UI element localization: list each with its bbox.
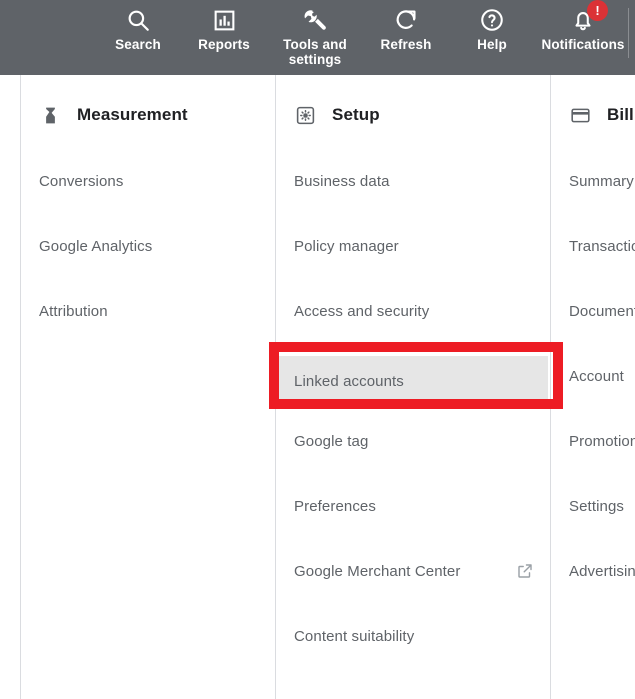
toolbar-item-help[interactable]: Help	[449, 0, 535, 52]
reports-bar-chart-icon	[210, 6, 238, 34]
menu-item-transactions[interactable]: Transactions	[551, 228, 635, 264]
menu-item-label: Preferences	[294, 497, 376, 515]
search-icon	[124, 6, 152, 34]
menu-item-label: Documents	[569, 302, 635, 320]
column-title: Setup	[332, 105, 380, 124]
toolbar-item-label: Help	[477, 37, 507, 52]
column-header-billing: Billing	[569, 104, 635, 126]
menu-item-google-analytics[interactable]: Google Analytics	[21, 228, 275, 264]
open-in-new-icon	[516, 562, 534, 580]
menu-item-linked-accounts[interactable]: Linked accounts	[276, 356, 548, 406]
menu-column-measurement: Measurement Conversions Google Analytics…	[20, 75, 275, 699]
refresh-icon	[392, 6, 420, 34]
column-header-measurement: Measurement	[39, 104, 188, 126]
menu-column-billing: Billing Summary Transactions Documents A…	[550, 75, 635, 699]
menu-item-label: Google tag	[294, 432, 369, 450]
menu-item-label: Account	[569, 367, 624, 385]
settings-applications-icon	[294, 104, 316, 126]
column-header-setup: Setup	[294, 104, 380, 126]
menu-item-label: Access and security	[294, 302, 430, 320]
menu-item-policy-manager[interactable]: Policy manager	[276, 228, 548, 264]
menu-item-label: Content suitability	[294, 627, 415, 645]
menu-item-label: Policy manager	[294, 237, 399, 255]
toolbar-item-label: Notifications	[541, 37, 625, 52]
menu-item-label: Summary	[569, 172, 634, 190]
menu-item-summary[interactable]: Summary	[551, 163, 635, 199]
toolbar-item-label: Reports	[198, 37, 250, 52]
menu-item-promotions[interactable]: Promotions	[551, 423, 635, 459]
toolbar-item-label: Refresh	[380, 37, 432, 52]
menu-item-label: Business data	[294, 172, 390, 190]
menu-item-account[interactable]: Account	[551, 358, 635, 394]
toolbar-item-refresh[interactable]: Refresh	[363, 0, 449, 52]
menu-item-label: Google Merchant Center	[294, 562, 461, 580]
menu-item-label: Google Analytics	[39, 237, 153, 255]
toolbar-item-notifications[interactable]: ! Notifications	[535, 0, 631, 52]
hourglass-icon	[39, 104, 61, 126]
wrench-icon	[301, 6, 329, 34]
tools-and-settings-menu: Measurement Conversions Google Analytics…	[0, 75, 635, 699]
menu-item-label: Promotions	[569, 432, 635, 450]
menu-item-attribution[interactable]: Attribution	[21, 293, 275, 329]
column-title: Measurement	[77, 105, 188, 124]
menu-item-label: Attribution	[39, 302, 108, 320]
menu-column-setup: Setup Business data Policy manager Acces…	[275, 75, 550, 699]
menu-item-google-merchant-center[interactable]: Google Merchant Center	[276, 553, 548, 589]
menu-item-label: Advertising	[569, 562, 635, 580]
top-toolbar: Search Reports Tools and settings Refres…	[0, 0, 635, 75]
notification-badge: !	[587, 0, 608, 21]
menu-item-access-and-security[interactable]: Access and security	[276, 293, 548, 329]
menu-item-preferences[interactable]: Preferences	[276, 488, 548, 524]
menu-item-label: Linked accounts	[294, 372, 404, 390]
menu-item-label: Conversions	[39, 172, 124, 190]
menu-item-content-suitability[interactable]: Content suitability	[276, 618, 548, 654]
menu-item-label: Transactions	[569, 237, 635, 255]
menu-item-settings[interactable]: Settings	[551, 488, 635, 524]
menu-item-business-data[interactable]: Business data	[276, 163, 548, 199]
menu-item-conversions[interactable]: Conversions	[21, 163, 275, 199]
menu-item-google-tag[interactable]: Google tag	[276, 423, 548, 459]
toolbar-item-tools-and-settings[interactable]: Tools and settings	[267, 0, 363, 67]
toolbar-item-label: Tools and settings	[283, 37, 347, 67]
menu-item-documents[interactable]: Documents	[551, 293, 635, 329]
toolbar-item-reports[interactable]: Reports	[181, 0, 267, 52]
help-question-icon	[478, 6, 506, 34]
menu-item-label: Settings	[569, 497, 624, 515]
toolbar-item-search[interactable]: Search	[95, 0, 181, 52]
toolbar-divider	[628, 8, 629, 58]
credit-card-icon	[569, 104, 591, 126]
toolbar-item-label: Search	[115, 37, 161, 52]
menu-item-advertising[interactable]: Advertising	[551, 553, 635, 589]
column-title: Billing	[607, 105, 635, 124]
